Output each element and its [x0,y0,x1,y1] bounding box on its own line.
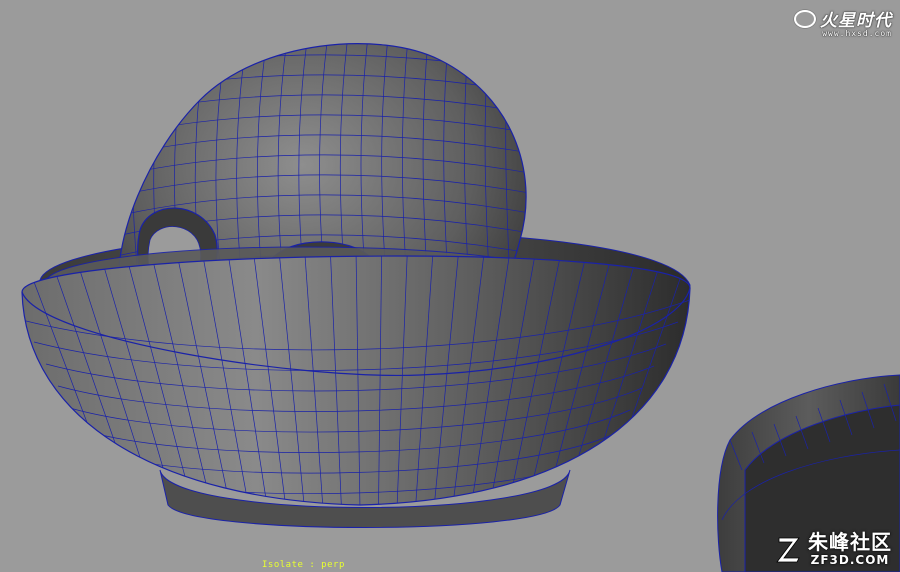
watermark-site: ZF3D.COM [810,553,890,567]
watermark-name: 朱峰社区 [808,530,892,554]
scene-render[interactable] [0,0,900,572]
hxsd-ring-icon [794,9,816,28]
3d-viewport[interactable]: 火星时代 www.hxsd.com 朱峰社区 ZF3D.COM Isolate … [0,0,900,572]
viewport-hud-label: Isolate : perp [262,560,345,570]
watermark-logo-text: 火星时代 [820,11,892,31]
watermark-url: www.hxsd.com [822,29,892,38]
zf3d-z-icon [776,537,800,563]
watermark-hxsd: 火星时代 www.hxsd.com [794,6,892,38]
watermark-zf3d: 朱峰社区 ZF3D.COM [776,532,892,566]
